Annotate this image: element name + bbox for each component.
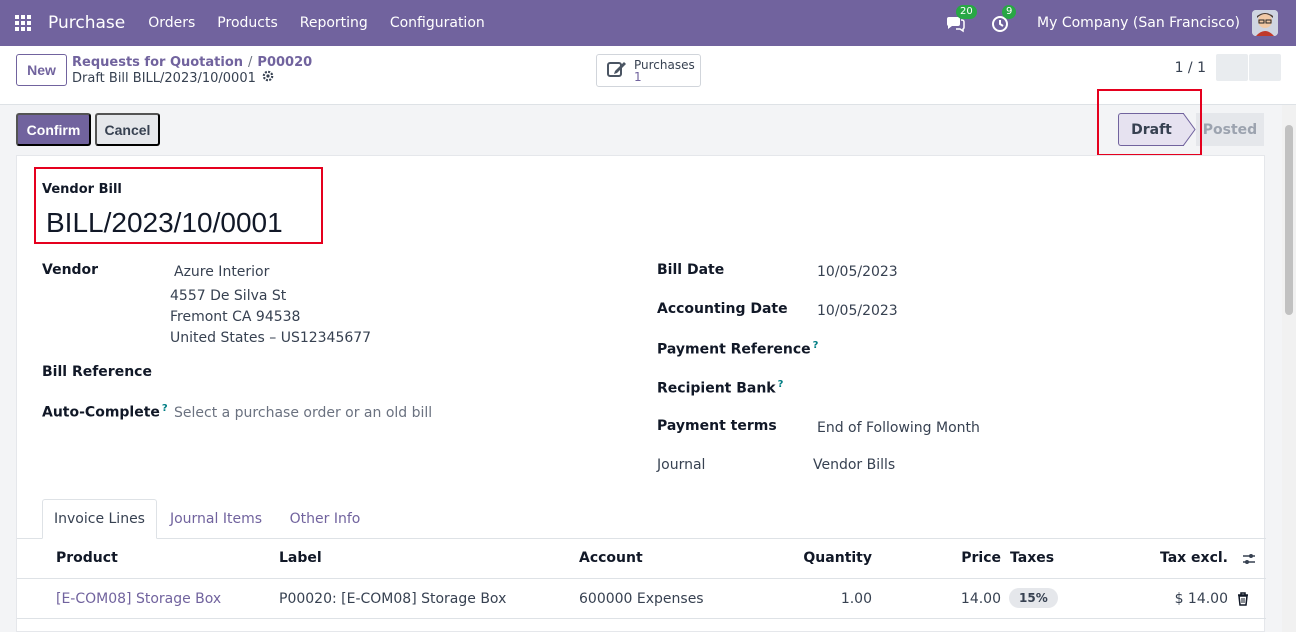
column-header-product[interactable]: Product bbox=[56, 550, 118, 566]
accounting-date-field[interactable]: 10/05/2023 bbox=[817, 303, 898, 319]
menu-reporting[interactable]: Reporting bbox=[289, 0, 379, 46]
activities-count-badge: 9 bbox=[1002, 5, 1017, 19]
tab-journal-items[interactable]: Journal Items bbox=[160, 499, 272, 539]
line-label[interactable]: P00020: [E-COM08] Storage Box bbox=[279, 591, 506, 607]
optional-columns-icon[interactable] bbox=[1242, 552, 1256, 570]
help-tooltip-icon[interactable]: ? bbox=[162, 403, 168, 414]
table-row[interactable]: [E-COM08] Storage Box P00020: [E-COM08] … bbox=[17, 579, 1266, 619]
menu-orders[interactable]: Orders bbox=[137, 0, 206, 46]
column-header-quantity[interactable]: Quantity bbox=[803, 550, 872, 566]
menu-products[interactable]: Products bbox=[206, 0, 288, 46]
notebook-tabs: Invoice Lines Journal Items Other Info bbox=[17, 499, 1266, 539]
line-quantity[interactable]: 1.00 bbox=[841, 591, 872, 607]
cancel-button[interactable]: Cancel bbox=[95, 113, 160, 146]
line-price[interactable]: 14.00 bbox=[961, 591, 1001, 607]
menu-configuration[interactable]: Configuration bbox=[379, 0, 496, 46]
bill-date-label: Bill Date bbox=[657, 262, 725, 278]
journal-label: Journal bbox=[657, 457, 706, 473]
help-tooltip-icon[interactable]: ? bbox=[813, 340, 819, 351]
breadcrumb-rfq-link[interactable]: Requests for Quotation bbox=[72, 55, 243, 70]
line-tax-tag[interactable]: 15% bbox=[1009, 588, 1058, 608]
breadcrumb-po-link[interactable]: P00020 bbox=[257, 55, 312, 70]
accounting-date-label: Accounting Date bbox=[657, 301, 788, 317]
column-header-taxes[interactable]: Taxes bbox=[1010, 550, 1054, 566]
auto-complete-input[interactable]: Select a purchase order or an old bill bbox=[174, 405, 432, 421]
purchases-smart-button[interactable]: Purchases 1 bbox=[596, 54, 701, 87]
activities-clock-icon[interactable]: 9 bbox=[991, 5, 1017, 33]
stage-posted[interactable]: Posted bbox=[1196, 113, 1264, 146]
payment-terms-field[interactable]: End of Following Month bbox=[817, 420, 980, 436]
bill-reference-label: Bill Reference bbox=[42, 364, 152, 380]
column-header-label[interactable]: Label bbox=[279, 550, 322, 566]
trash-icon[interactable] bbox=[1237, 592, 1249, 610]
breadcrumb: Requests for Quotation / P00020 Draft Bill… bbox=[72, 55, 312, 86]
column-header-price[interactable]: Price bbox=[961, 550, 1001, 566]
line-subtotal: $ 14.00 bbox=[1174, 591, 1228, 607]
smart-button-value: 1 bbox=[634, 69, 642, 84]
highlight-box-bill-title bbox=[34, 167, 323, 244]
tab-other-info[interactable]: Other Info bbox=[275, 499, 375, 539]
scrollbar-thumb[interactable] bbox=[1285, 125, 1293, 315]
edit-document-icon bbox=[607, 60, 629, 82]
vendor-label: Vendor bbox=[42, 262, 99, 278]
recipient-bank-label-text: Recipient Bank bbox=[657, 380, 776, 397]
auto-complete-label: Auto-Complete? bbox=[42, 403, 168, 421]
column-header-account[interactable]: Account bbox=[579, 550, 643, 566]
top-navbar: Purchase Orders Products Reporting Confi… bbox=[0, 0, 1296, 46]
apps-menu-icon[interactable] bbox=[0, 0, 46, 46]
recipient-bank-label: Recipient Bank? bbox=[657, 379, 783, 397]
user-avatar[interactable] bbox=[1252, 10, 1278, 36]
new-button[interactable]: New bbox=[16, 54, 67, 86]
vendor-field[interactable]: Azure Interior bbox=[174, 264, 269, 280]
app-name[interactable]: Purchase bbox=[48, 13, 125, 33]
messages-count-badge: 20 bbox=[956, 5, 977, 19]
pager-next-button[interactable] bbox=[1249, 54, 1281, 81]
smart-button-label: Purchases bbox=[634, 57, 695, 72]
gear-icon[interactable] bbox=[262, 70, 274, 86]
company-switcher[interactable]: My Company (San Francisco) bbox=[1037, 15, 1240, 31]
record-title: Draft Bill BILL/2023/10/0001 bbox=[72, 70, 256, 86]
payment-reference-label: Payment Reference? bbox=[657, 340, 818, 358]
tab-invoice-lines[interactable]: Invoice Lines bbox=[42, 499, 157, 539]
bill-date-field[interactable]: 10/05/2023 bbox=[817, 264, 898, 280]
vendor-address-line: United States – US12345677 bbox=[170, 330, 372, 346]
lines-table-header: Product Label Account Quantity Price Tax… bbox=[17, 539, 1266, 579]
confirm-button[interactable]: Confirm bbox=[16, 113, 91, 146]
vendor-address-line: Fremont CA 94538 bbox=[170, 309, 301, 325]
payment-reference-label-text: Payment Reference bbox=[657, 341, 811, 358]
help-tooltip-icon[interactable]: ? bbox=[778, 379, 784, 390]
line-product[interactable]: [E-COM08] Storage Box bbox=[56, 591, 221, 607]
journal-field[interactable]: Vendor Bills bbox=[813, 457, 895, 473]
highlight-box-status bbox=[1097, 89, 1202, 156]
auto-complete-label-text: Auto-Complete bbox=[42, 404, 160, 421]
page-scrollbar[interactable] bbox=[1282, 105, 1296, 632]
messages-icon[interactable]: 20 bbox=[945, 5, 977, 33]
payment-terms-label: Payment terms bbox=[657, 418, 777, 434]
column-header-subtotal[interactable]: Tax excl. bbox=[1160, 550, 1228, 566]
pager-previous-button[interactable] bbox=[1216, 54, 1248, 81]
breadcrumb-separator: / bbox=[248, 55, 253, 70]
pager-value[interactable]: 1 / 1 bbox=[1175, 60, 1206, 76]
vendor-address-line: 4557 De Silva St bbox=[170, 288, 287, 304]
line-account[interactable]: 600000 Expenses bbox=[579, 591, 704, 607]
